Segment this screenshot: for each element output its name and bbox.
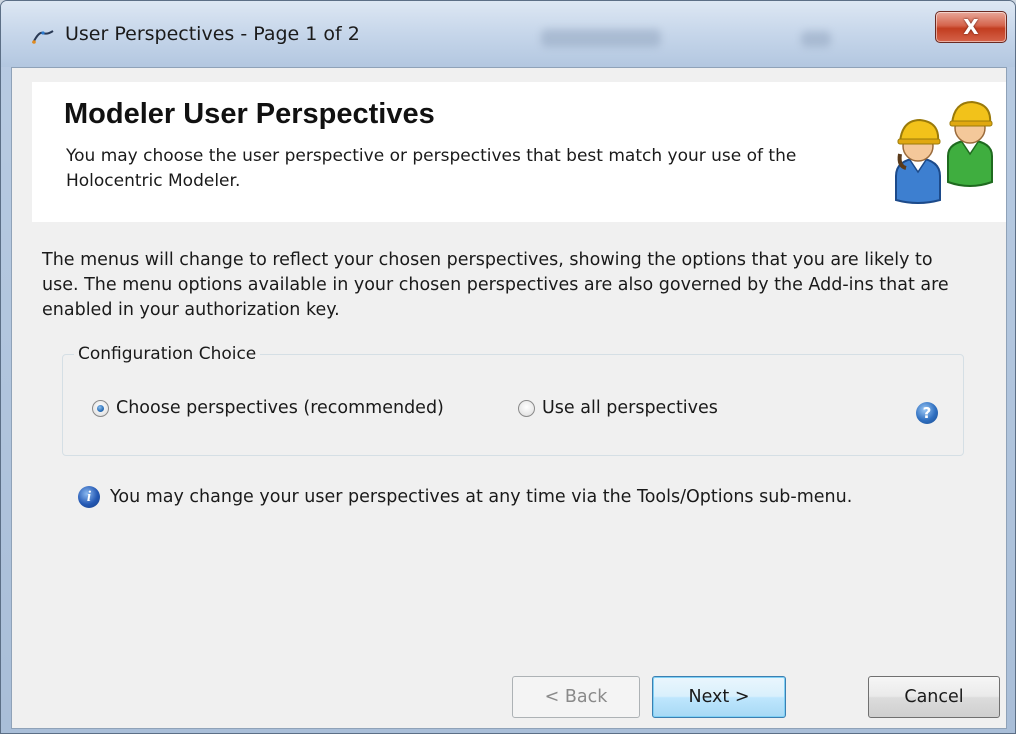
intro-text: The menus will change to reflect your ch… [42,250,949,320]
info-text: You may change your user perspectives at… [110,487,853,507]
page-title: Modeler User Perspectives [64,98,435,130]
next-button[interactable]: Next > [652,676,786,718]
cancel-button[interactable]: Cancel [868,676,1000,718]
app-icon [32,30,54,44]
close-icon: X [963,15,979,39]
dialog-window: User Perspectives - Page 1 of 2 X Modele… [0,0,1016,734]
back-button[interactable]: < Back [512,676,640,718]
info-icon: i [78,486,100,508]
radio-unchecked-icon [518,399,535,417]
title-bar[interactable]: User Perspectives - Page 1 of 2 X [1,1,1015,67]
radio-use-all-perspectives[interactable]: Use all perspectives [518,398,718,418]
configuration-legend: Configuration Choice [74,344,261,364]
help-icon[interactable]: ? [916,402,938,424]
page-description: You may choose the user perspective or p… [66,146,797,191]
users-icon [895,100,993,204]
radio-choose-perspectives[interactable]: Choose perspectives (recommended) [92,398,444,418]
wizard-header: Modeler User Perspectives You may choose… [32,82,1006,222]
radio-checked-icon [92,399,109,417]
radio-label: Use all perspectives [542,398,718,418]
radio-label: Choose perspectives (recommended) [116,398,444,418]
window-title: User Perspectives - Page 1 of 2 [65,23,360,45]
dialog-client-area: Modeler User Perspectives You may choose… [11,67,1007,729]
close-button[interactable]: X [935,11,1007,43]
